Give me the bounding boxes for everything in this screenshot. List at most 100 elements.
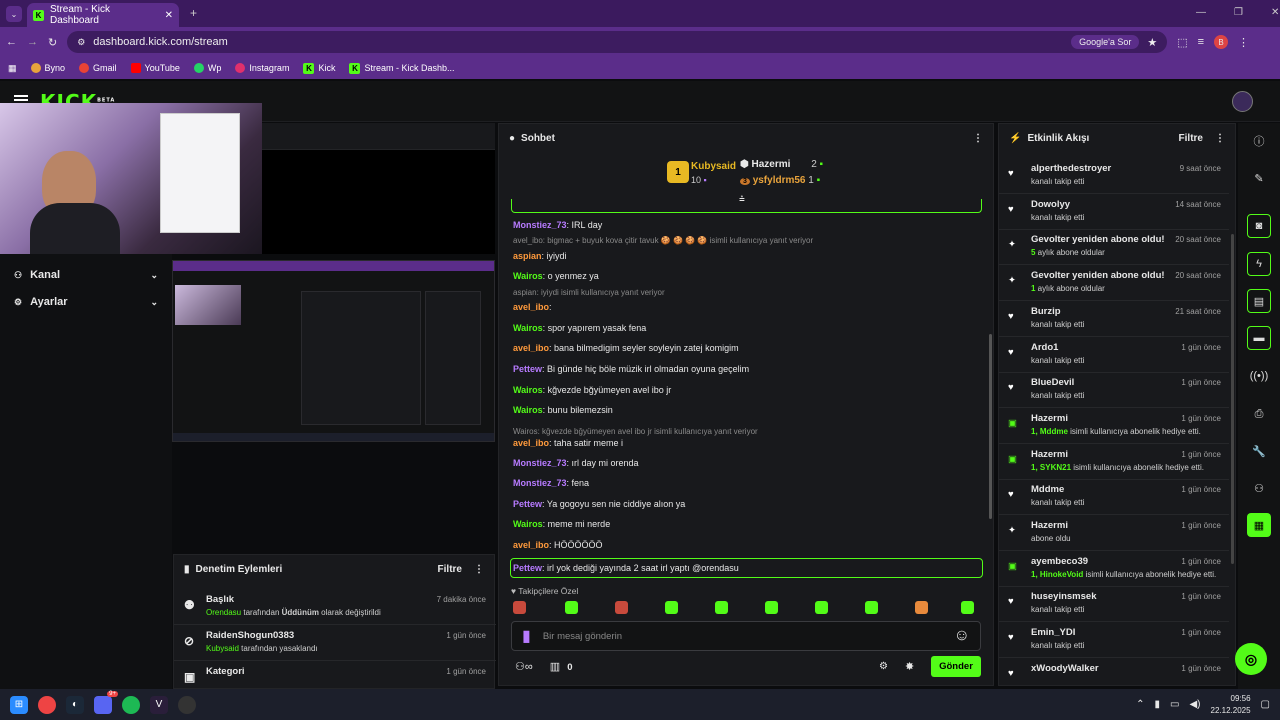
notifications-icon[interactable]: ▢ — [1261, 699, 1270, 710]
leader-row-2[interactable]: ⬢ Hazermi 2 ▪ — [740, 159, 823, 170]
more-icon[interactable]: ⋮ — [973, 133, 983, 144]
windows-start-icon[interactable]: ⊞ — [10, 695, 28, 714]
activity-item[interactable]: ♥ xWoodyWalker 1 gün önce — [999, 659, 1229, 685]
chat-username[interactable]: Pettew — [513, 563, 542, 573]
activity-item[interactable]: ♥ BlueDevil kanalı takip etti 1 gün önce — [999, 373, 1229, 409]
omnibox[interactable]: ⚙ dashboard.kick.com/stream Google'a Sor… — [67, 31, 1168, 53]
highlighted-message[interactable]: Pettew: irl yok dediği yayında 2 saat ir… — [510, 558, 983, 578]
bolt-icon[interactable]: ϟ — [1247, 252, 1271, 276]
chat-username[interactable]: Monstiez_73 — [513, 458, 567, 468]
network-icon[interactable]: ▭ — [1170, 699, 1179, 710]
chat-message[interactable]: Pettew: Bi günde hiç böle müzik irl olma… — [499, 365, 763, 374]
bookmark-youtube[interactable]: YouTube — [130, 63, 180, 73]
chat-username[interactable]: Pettew — [513, 499, 542, 509]
tray-chevron-icon[interactable]: ⌃ — [1136, 699, 1144, 710]
activity-item[interactable]: ✦ Hazermi abone oldu 1 gün önce — [999, 516, 1229, 551]
chat-message[interactable]: Pettew: Ya gogoyu sen nie ciddiye alıon … — [499, 500, 699, 509]
chat-message[interactable]: Wairos: meme mi nerde — [499, 520, 624, 529]
steam-icon[interactable]: ◐ — [66, 695, 84, 714]
new-tab-button[interactable]: + — [190, 6, 197, 20]
sparkle-icon[interactable]: ✸ — [905, 660, 914, 673]
help-icon[interactable]: ◎ — [1235, 643, 1267, 675]
activity-item[interactable]: ✦ Gevolter yeniden abone oldu! 1 aylık abo… — [999, 266, 1229, 302]
camera-icon[interactable]: ◙ — [1247, 214, 1271, 238]
emote-icon[interactable] — [815, 601, 828, 614]
activity-item[interactable]: ♥ Burzip kanalı takip etti 21 saat önce — [999, 302, 1229, 337]
media-icon[interactable]: ≡ — [1198, 36, 1204, 48]
send-button[interactable]: Gönder — [931, 656, 981, 677]
print-icon[interactable]: ⎙ — [1247, 402, 1271, 426]
chat-message[interactable]: Wairos: bunu bilemezsin — [499, 406, 627, 415]
chat-bubble-icon[interactable]: ▬ — [1247, 326, 1271, 350]
clock[interactable]: 09:56 22.12.2025 — [1211, 693, 1251, 715]
microphone-icon[interactable]: ▮ — [522, 626, 531, 646]
emote-icon[interactable] — [513, 601, 526, 614]
tab-list-button[interactable]: ⌄ — [6, 6, 22, 22]
chat-username[interactable]: Pettew — [513, 364, 542, 374]
activity-item[interactable]: ♥ Mddme kanalı takip etti 1 gün önce — [999, 480, 1229, 516]
chat-username[interactable]: Monstiez_73 — [513, 478, 567, 488]
info-icon[interactable]: ⓘ — [1247, 129, 1271, 153]
forward-icon[interactable]: → — [27, 36, 38, 48]
close-window-icon[interactable]: ✕ — [1271, 7, 1279, 18]
bookmark-instagram[interactable]: Instagram — [235, 63, 289, 73]
star-icon[interactable]: ★ — [1147, 36, 1157, 49]
chat-input[interactable]: ▮ Bir mesaj gönderin ☺ — [511, 621, 981, 651]
activity-item[interactable]: ♥ Dowolyy kanalı takip etti 14 saat önce — [999, 195, 1229, 230]
pencil-icon[interactable]: ✎ — [1247, 166, 1271, 190]
vs-icon[interactable]: V — [150, 695, 168, 714]
chrome-icon[interactable] — [38, 695, 56, 714]
bookmark-wp[interactable]: Wp — [193, 63, 221, 73]
activity-item[interactable]: ♥ huseyinsmsek kanalı takip etti 1 gün önce — [999, 587, 1229, 623]
chat-message[interactable]: avel_ibo: bana bilmedigim seyler soyleyi… — [499, 344, 753, 353]
gear-icon[interactable]: ⚙ — [879, 661, 888, 672]
emote-icon[interactable] — [715, 601, 728, 614]
broadcast-icon[interactable]: ((•)) — [1247, 364, 1271, 388]
users-icon[interactable]: ⚇∞ — [515, 661, 533, 673]
activity-item[interactable]: ♥ alperthedestroyer kanalı takip etti 9 saa… — [999, 159, 1229, 194]
emote-icon[interactable] — [665, 601, 678, 614]
moderation-filter-button[interactable]: Filtre — [438, 564, 462, 575]
site-info-icon[interactable]: ⚙ — [77, 37, 85, 48]
reload-icon[interactable]: ↻ — [48, 36, 57, 49]
chat-username[interactable]: Wairos — [513, 405, 543, 415]
volume-icon[interactable]: ◀) — [1189, 699, 1200, 710]
menu-icon[interactable]: ⋮ — [1238, 36, 1249, 49]
activity-item[interactable]: ▣ ayembeco39 1, HinokeVoid isimli kullanıc… — [999, 552, 1229, 587]
activity-scrollbar[interactable] — [1231, 234, 1234, 564]
chat-username[interactable]: Wairos — [513, 385, 543, 395]
chat-username[interactable]: avel_ibo — [513, 540, 549, 550]
discord-icon[interactable]: 9+ — [94, 690, 118, 714]
users-icon[interactable]: ⚇ — [1247, 476, 1271, 500]
activity-filter-button[interactable]: Filtre — [1179, 133, 1203, 144]
chat-message[interactable]: Wairos: spor yapırem yasak fena — [499, 324, 660, 333]
user-avatar[interactable] — [1232, 91, 1253, 112]
profile-avatar[interactable]: B — [1214, 35, 1229, 49]
chat-message[interactable]: Wairos: o yenmez ya — [499, 272, 613, 281]
app-icon[interactable]: ▦ — [1247, 513, 1271, 537]
leader-name[interactable]: Kubysaid — [691, 161, 736, 172]
more-icon[interactable]: ⋮ — [1215, 133, 1225, 144]
bookmark-byno[interactable]: Byno — [30, 63, 65, 73]
bookmark-stream[interactable]: K Stream - Kick Dashb... — [349, 62, 455, 74]
emote-icon[interactable] — [765, 601, 778, 614]
leader-row-3[interactable]: 3 ysfyldrm56 1 ▪ — [740, 175, 820, 186]
mod-row[interactable]: ⊘ RaidenShogun0383 Kubysaid tarafından y… — [174, 626, 496, 661]
chat-message[interactable]: Monstiez_73: ırl day mi orenda — [499, 459, 653, 468]
chat-username[interactable]: Wairos — [513, 519, 543, 529]
chat-message[interactable]: avel_ibo: taha satir meme i — [499, 439, 637, 448]
emote-icon[interactable] — [865, 601, 878, 614]
emoji-icon[interactable]: ☺ — [954, 627, 970, 645]
mic-tray-icon[interactable]: ▮ — [1155, 699, 1161, 710]
chat-username[interactable]: avel_ibo — [513, 438, 549, 448]
wrench-icon[interactable]: 🔧 — [1247, 439, 1271, 463]
nav-ayarlar[interactable]: ⚙ Ayarlar ⌄ — [0, 291, 172, 313]
more-icon[interactable]: ⋮ — [474, 564, 484, 575]
apps-icon[interactable]: ▦ — [8, 63, 17, 74]
chat-username[interactable]: Monstiez_73 — [513, 220, 567, 230]
extensions-icon[interactable]: ⬚ — [1177, 36, 1187, 49]
nav-kanal[interactable]: ⚇ Kanal ⌄ — [0, 264, 172, 286]
activity-item[interactable]: ▣ Hazermi 1, Mddme isimli kullanıcıya abon… — [999, 409, 1229, 444]
activity-item[interactable]: ♥ Ardo1 kanalı takip etti 1 gün önce — [999, 338, 1229, 373]
store-icon[interactable]: ▥ — [550, 661, 560, 673]
